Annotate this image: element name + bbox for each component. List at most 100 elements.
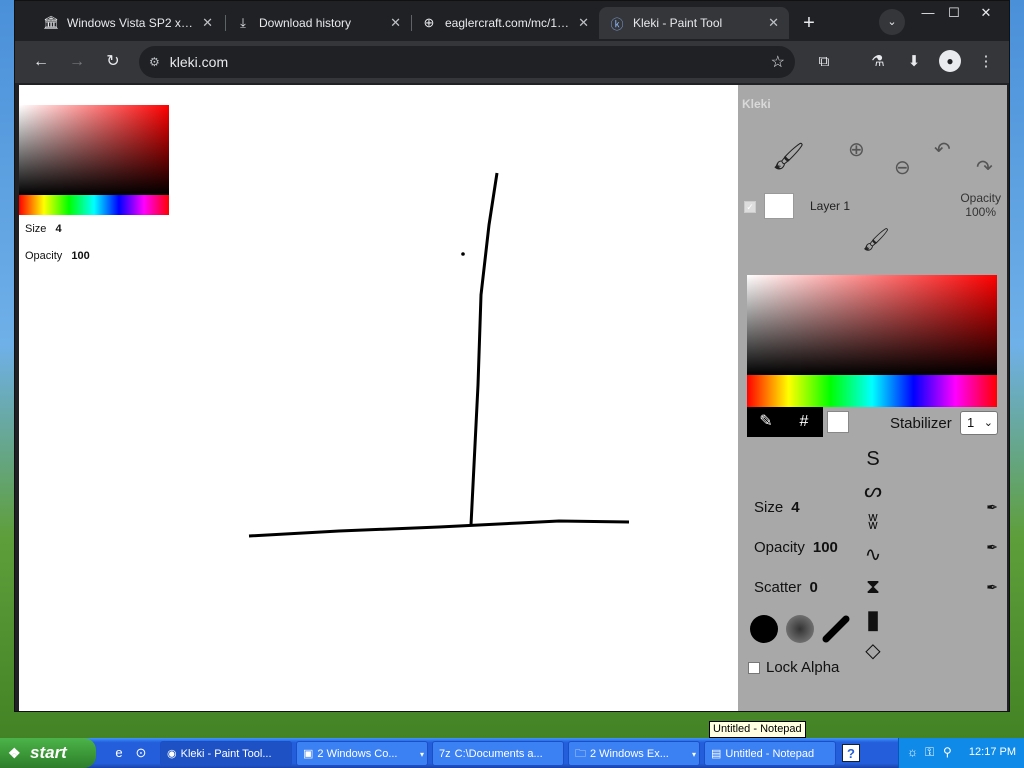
pen-pressure-icon[interactable]: ✒: [986, 579, 998, 596]
forward-button[interactable]: →: [63, 48, 91, 76]
tab-search-button[interactable]: ⌄: [879, 9, 905, 35]
kleki-icon: ⓚ: [610, 16, 624, 32]
layer-opacity-value: 100%: [965, 205, 996, 219]
lock-alpha-toggle[interactable]: Lock Alpha: [748, 659, 839, 676]
task-notepad[interactable]: ▤ Untitled - Notepad: [704, 741, 836, 766]
round-brush-shape[interactable]: [750, 615, 778, 643]
start-button[interactable]: ❖ start: [0, 738, 96, 768]
brush-preview-icon: 🖌: [862, 227, 890, 252]
secondary-color-swatch[interactable]: [827, 411, 849, 433]
window-close-button[interactable]: ✕: [973, 3, 999, 23]
soft-brush-shape[interactable]: [786, 615, 814, 643]
reload-button[interactable]: ↻: [99, 48, 127, 76]
task-7zip[interactable]: 7z C:\Documents a...: [432, 741, 564, 766]
help-icon[interactable]: ?: [842, 744, 860, 762]
taskbar: ❖ start e ⊙ ◉ Kleki - Paint Tool... ▣ 2 Wi…: [0, 738, 1024, 768]
close-icon[interactable]: ✕: [202, 15, 213, 31]
mini-opacity-label: Opacity: [25, 250, 63, 262]
network-icon[interactable]: ☼: [907, 745, 918, 759]
lock-alpha-checkbox[interactable]: [748, 661, 760, 674]
bank-icon: 🏛: [43, 15, 60, 30]
downloads-icon[interactable]: ⬇: [901, 49, 927, 75]
drawing-canvas[interactable]: Size 4 Opacity 100: [19, 85, 738, 711]
zoom-in-icon[interactable]: ⊕: [848, 137, 865, 162]
scatter-label: Scatter: [754, 579, 802, 596]
minimize-button[interactable]: —: [915, 3, 941, 23]
stabilizer-value: 1: [967, 415, 975, 430]
chevron-down-icon: ⌄: [983, 417, 993, 429]
tab-windows-vista[interactable]: 🏛 Windows Vista SP2 x86.i ✕: [33, 7, 223, 39]
address-bar[interactable]: ⚙ kleki.com ☆: [139, 46, 795, 78]
url-text: kleki.com: [169, 54, 229, 70]
group-arrow-icon: ▾: [419, 750, 424, 759]
main-saturation-value-box[interactable]: [747, 275, 997, 375]
menu-icon[interactable]: ⋮: [973, 49, 999, 75]
close-icon[interactable]: ✕: [578, 15, 589, 31]
layer-visibility-checkbox[interactable]: ✓: [744, 201, 756, 213]
eyedropper-icon[interactable]: ✎: [747, 407, 785, 437]
task-label: C:\Documents a...: [454, 748, 543, 760]
eraser-icon[interactable]: ◇: [858, 637, 888, 665]
search-icon[interactable]: ⚲: [943, 745, 952, 759]
pen-pressure-icon[interactable]: ✒: [986, 539, 998, 556]
close-icon[interactable]: ✕: [768, 15, 779, 31]
new-tab-button[interactable]: +: [795, 9, 823, 37]
main-hue-bar[interactable]: [747, 375, 997, 407]
mini-color-picker[interactable]: [19, 105, 169, 215]
hue-bar[interactable]: [19, 195, 169, 215]
tab-label: eaglercraft.com/mc/1.12: [445, 16, 573, 30]
stabilizer-select[interactable]: 1 ⌄: [960, 411, 998, 435]
vertical-stroke: [469, 172, 499, 526]
line-brush-shape[interactable]: [822, 615, 850, 643]
tab-label: Windows Vista SP2 x86.i: [67, 16, 197, 30]
task-windows-explorer[interactable]: 🗀 2 Windows Ex... ▾: [568, 741, 700, 766]
group-arrow-icon: ▾: [691, 750, 696, 759]
close-icon[interactable]: ✕: [390, 15, 401, 31]
redo-icon[interactable]: ↷: [976, 155, 993, 180]
saturation-value-box[interactable]: [19, 105, 169, 195]
site-info-icon[interactable]: ⚙: [149, 55, 160, 69]
hex-input-button[interactable]: #: [785, 407, 823, 437]
tab-download-history[interactable]: ⤓ Download history ✕: [225, 7, 411, 39]
tab-label: Kleki - Paint Tool: [633, 16, 723, 30]
opacity-slider[interactable]: Opacity 100 ✒: [754, 539, 998, 561]
bookmark-star-icon[interactable]: ☆: [771, 52, 785, 72]
kleki-page: Size 4 Opacity 100 Kleki 🖌 ⊕ ⊖ ↶ ↷ ✓ Lay…: [19, 85, 1007, 711]
task-kleki[interactable]: ◉ Kleki - Paint Tool...: [160, 741, 292, 766]
browser-window: 🏛 Windows Vista SP2 x86.i ✕ ⤓ Download h…: [14, 0, 1010, 712]
main-color-picker[interactable]: [747, 275, 997, 407]
mini-opacity-readout: Opacity 100: [25, 250, 90, 262]
internet-explorer-icon[interactable]: e: [110, 744, 128, 762]
tab-kleki[interactable]: ⓚ Kleki - Paint Tool ✕: [599, 7, 789, 39]
extensions-icon[interactable]: ⧉: [811, 49, 837, 75]
zoom-out-icon[interactable]: ⊖: [894, 155, 911, 180]
maximize-button[interactable]: ☐: [941, 3, 967, 23]
scatter-slider[interactable]: Scatter 0 ✒: [754, 579, 998, 601]
layer-row[interactable]: ✓ Layer 1 Opacity 100%: [738, 191, 1007, 223]
size-label: Size: [754, 499, 784, 516]
undo-icon[interactable]: ↶: [934, 137, 951, 162]
browser-toolbar: ← → ↻ ⚙ kleki.com ☆ ⧉ ⚗ ⬇ ● ⋮: [15, 41, 1009, 83]
task-windows-console[interactable]: ▣ 2 Windows Co... ▾: [296, 741, 428, 766]
notepad-icon: ▤: [711, 748, 722, 760]
task-label: 2 Windows Co...: [317, 748, 398, 760]
tab-label: Download history: [259, 16, 352, 30]
tool-panel: Kleki 🖌 ⊕ ⊖ ↶ ↷ ✓ Layer 1 Opacity 100% 🖌: [738, 85, 1007, 711]
pen-pressure-icon[interactable]: ✒: [986, 499, 998, 516]
key-icon[interactable]: ⚿: [925, 745, 934, 760]
windows-flag-icon: ❖: [8, 745, 21, 761]
profile-avatar[interactable]: ●: [939, 50, 961, 72]
tab-eaglercraft[interactable]: ⊕ eaglercraft.com/mc/1.12 ✕: [411, 7, 599, 39]
chrome-icon: ◉: [167, 748, 177, 760]
opacity-label: Opacity: [754, 539, 805, 556]
size-slider[interactable]: Size 4 ✒: [754, 499, 998, 521]
browser-shortcut-icon[interactable]: ⊙: [132, 744, 150, 762]
console-icon: ▣: [303, 748, 314, 760]
tab-strip: 🏛 Windows Vista SP2 x86.i ✕ ⤓ Download h…: [15, 1, 1009, 41]
pen-brush-icon[interactable]: S: [858, 445, 888, 473]
brush-tool-icon[interactable]: 🖌: [772, 141, 805, 172]
smudge-brush-icon[interactable]: ▮: [858, 605, 888, 633]
back-button[interactable]: ←: [27, 48, 55, 76]
labs-icon[interactable]: ⚗: [865, 49, 891, 75]
folder-icon: 🗀: [575, 748, 586, 760]
